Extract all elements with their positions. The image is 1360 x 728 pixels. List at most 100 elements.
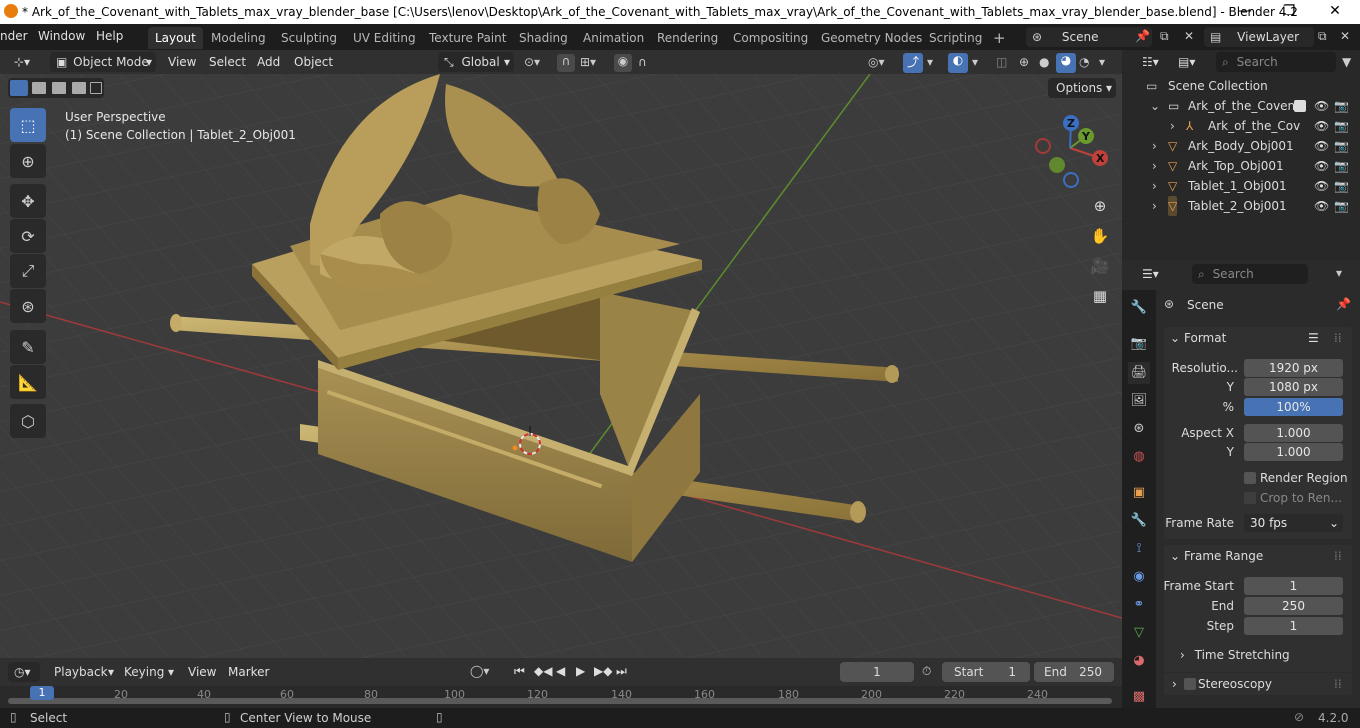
gizmo-toggle-icon[interactable]: ⤴ (903, 53, 923, 73)
camera-view-button[interactable]: 🎥 (1088, 254, 1112, 278)
resolution-x-field[interactable]: 1920 px (1244, 359, 1343, 377)
jump-end-icon[interactable]: ⏭ (616, 664, 627, 679)
editor-type-button[interactable]: ⊹▾ (8, 52, 42, 72)
play-reverse-icon[interactable]: ◀ (556, 664, 565, 678)
play-icon[interactable]: ▶ (576, 664, 585, 678)
3d-viewport[interactable]: X Y Z User Perspective (1) Scene Collect… (0, 74, 1122, 658)
zoom-button[interactable]: ⊕ (1088, 194, 1112, 218)
drag-handle-icon[interactable]: ⁞⁞ (1334, 673, 1342, 695)
tab-geometry-nodes[interactable]: Geometry Nodes (814, 27, 929, 49)
overlay-toggle-icon[interactable]: ◐ (948, 53, 968, 73)
timeline-start-field[interactable]: Start 1 (942, 662, 1030, 682)
shading-dropdown-icon[interactable]: ▾ (1099, 55, 1105, 69)
tab-modeling[interactable]: Modeling (204, 27, 273, 49)
ortho-toggle-button[interactable]: ▦ (1088, 284, 1112, 308)
scene-pin-icon[interactable]: 📌 (1135, 29, 1150, 43)
tab-uv-editing[interactable]: UV Editing (346, 27, 423, 49)
gizmo-dropdown-icon[interactable]: ▾ (927, 55, 933, 69)
eye-icon[interactable]: 👁 (1314, 96, 1329, 116)
presets-icon[interactable]: ☰ (1308, 327, 1319, 349)
scene-selector[interactable]: ⊛ Scene (1026, 27, 1152, 47)
camera-icon[interactable]: 📷 (1334, 96, 1349, 116)
scale-tool[interactable]: ⤢ (10, 254, 46, 288)
scene-tab-icon[interactable]: ⊛ (1128, 418, 1150, 440)
expand-arrow-icon[interactable]: › (1152, 136, 1157, 156)
add-cube-tool[interactable]: ⬡ (10, 404, 46, 438)
view-layer-tab-icon[interactable]: 🖼 (1128, 390, 1150, 412)
filter-icon[interactable]: ▼ (1342, 55, 1351, 69)
rendered-shading-icon[interactable]: ◔ (1079, 55, 1089, 69)
viewport-menu-select[interactable]: Select (209, 55, 246, 69)
world-tab-icon[interactable]: ◍ (1128, 446, 1150, 468)
prev-keyframe-icon[interactable]: ◆◀ (534, 664, 552, 678)
minimize-button[interactable]: — (1222, 0, 1268, 24)
select-invert-icon[interactable] (72, 82, 86, 94)
select-box-tool[interactable]: ⬚ (10, 108, 46, 142)
outliner-item-tablet-2[interactable]: › ▽ Tablet_2_Obj001 👁 📷 (1128, 196, 1358, 216)
solid-shading-icon[interactable]: ● (1039, 55, 1049, 69)
new-scene-icon[interactable]: ⧉ (1160, 29, 1169, 44)
viewlayer-selector[interactable]: ▤ ViewLayer (1204, 27, 1314, 47)
tab-animation[interactable]: Animation (576, 27, 651, 49)
render-region-checkbox[interactable] (1244, 472, 1256, 484)
timeline-editor-type[interactable]: ◷▾ (8, 662, 40, 682)
options-button[interactable]: Options ▾ (1048, 78, 1116, 98)
outliner-filter-mode[interactable]: ▤▾ (1172, 52, 1204, 72)
expand-arrow-icon[interactable]: ⌄ (1150, 96, 1160, 116)
properties-options-icon[interactable]: ▾ (1336, 266, 1342, 280)
next-keyframe-icon[interactable]: ▶◆ (594, 664, 612, 678)
snap-icon[interactable]: ∩ (557, 54, 575, 72)
menu-blender[interactable]: nder (0, 29, 28, 43)
material-tab-icon[interactable]: ◕ (1128, 650, 1150, 672)
frame-end-field[interactable]: 250 (1244, 597, 1343, 615)
annotate-tool[interactable]: ✎ (10, 330, 46, 364)
falloff-icon[interactable]: ∩ (638, 55, 647, 69)
properties-editor-type[interactable]: ☰▾ (1136, 264, 1170, 284)
maximize-button[interactable]: ❐ (1266, 0, 1312, 24)
delete-scene-icon[interactable]: ✕ (1184, 29, 1194, 43)
resolution-percent-slider[interactable]: 100% (1244, 398, 1343, 416)
menu-help[interactable]: Help (96, 29, 123, 43)
camera-icon[interactable]: 📷 (1334, 176, 1349, 196)
physics-tab-icon[interactable]: ◉ (1128, 566, 1150, 588)
mode-selector[interactable]: ▣ Object Mode ▾ (50, 52, 156, 72)
expand-arrow-icon[interactable]: › (1152, 196, 1157, 216)
tab-sculpting[interactable]: Sculpting (274, 27, 344, 49)
camera-icon[interactable]: 📷 (1334, 156, 1349, 176)
overlay-dropdown-icon[interactable]: ▾ (972, 55, 978, 69)
visibility-icon[interactable]: ◎▾ (868, 55, 885, 69)
transform-tool[interactable]: ⊛ (10, 289, 46, 323)
frame-step-field[interactable]: 1 (1244, 617, 1343, 635)
playhead[interactable]: 1 (30, 686, 54, 700)
outliner-scene-collection[interactable]: ▭ Scene Collection (1128, 76, 1358, 96)
expand-arrow-icon[interactable]: › (1152, 176, 1157, 196)
camera-icon[interactable]: 📷 (1334, 136, 1349, 156)
aspect-x-field[interactable]: 1.000 (1244, 424, 1343, 442)
viewport-menu-object[interactable]: Object (294, 55, 333, 69)
tab-scripting[interactable]: Scripting (922, 27, 989, 49)
eye-icon[interactable]: 👁 (1314, 176, 1329, 196)
frame-start-field[interactable]: 1 (1244, 577, 1343, 595)
select-extend-icon[interactable] (32, 82, 46, 94)
outliner-item-ark-top[interactable]: › ▽ Ark_Top_Obj001 👁 📷 (1128, 156, 1358, 176)
outliner-item-ark-collection[interactable]: ⌄ ▭ Ark_of_the_Covena 👁 📷 (1128, 96, 1358, 116)
camera-icon[interactable]: 📷 (1334, 116, 1349, 136)
drag-handle-icon[interactable]: ⁞⁞ (1334, 545, 1342, 567)
close-button[interactable]: ✕ (1312, 0, 1358, 24)
checkbox-icon[interactable] (1294, 100, 1306, 112)
tab-rendering[interactable]: Rendering (650, 27, 725, 49)
viewport-menu-add[interactable]: Add (257, 55, 280, 69)
properties-search-input[interactable]: ⌕ Search (1192, 264, 1308, 284)
outliner-item-ark-empty[interactable]: › ⅄ Ark_of_the_Cov 👁 📷 (1128, 116, 1358, 136)
pan-button[interactable]: ✋ (1088, 224, 1112, 248)
wireframe-shading-icon[interactable]: ⊕ (1019, 55, 1029, 69)
select-new-icon[interactable] (10, 80, 28, 96)
tab-compositing[interactable]: Compositing (726, 27, 815, 49)
snap-target-icon[interactable]: ⊞▾ (580, 55, 596, 69)
new-viewlayer-icon[interactable]: ⧉ (1318, 29, 1327, 44)
timeline-menu-view[interactable]: View (188, 665, 216, 679)
cursor-tool[interactable]: ⊕ (10, 144, 46, 178)
tab-layout[interactable]: Layout (148, 27, 203, 49)
eye-icon[interactable]: 👁 (1314, 116, 1329, 136)
playback-menu[interactable]: Playback ▾ (48, 662, 116, 682)
